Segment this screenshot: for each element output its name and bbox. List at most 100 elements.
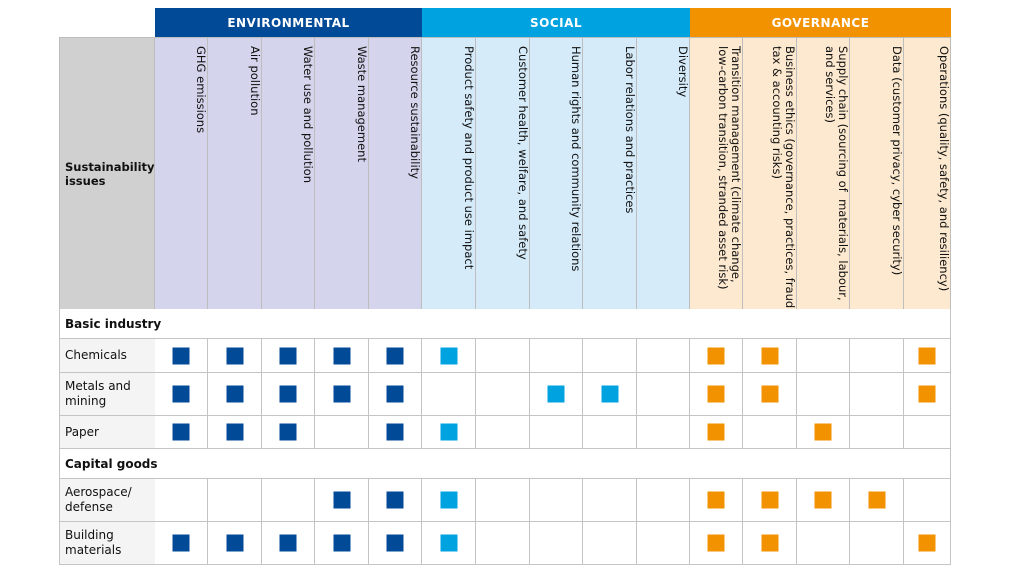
matrix-cell [155,522,208,565]
matrix-cell [583,339,637,373]
matrix-cell [476,339,530,373]
column-header-text: Diversity [676,46,690,98]
matrix-cell [743,373,797,416]
materiality-marker [172,423,190,441]
matrix-cell [476,479,530,522]
group-header-governance: GOVERNANCE [690,8,951,37]
column-header: Waste management [315,37,369,309]
matrix-cell [208,373,262,416]
materiality-marker [333,491,350,509]
materiality-marker [226,347,243,364]
materiality-marker [918,385,936,403]
matrix-cell [262,479,315,522]
matrix-cell [155,416,208,449]
matrix-cell [530,416,583,449]
matrix-cell [850,522,904,565]
matrix-cell [530,339,583,373]
matrix-cell [315,339,369,373]
materiality-marker [707,347,725,364]
matrix-cell [743,479,797,522]
matrix-cell [422,373,476,416]
matrix-cell [637,479,690,522]
industry-label: Chemicals [59,339,156,373]
materiality-marker [761,491,778,509]
matrix-cell [155,479,208,522]
column-header-text: Customer health, welfare, and safety [516,46,530,260]
column-header-text: Data (customer privacy, cyber security) [890,46,904,276]
materiality-marker [761,385,778,403]
materiality-marker [601,385,618,403]
materiality-marker [918,347,936,364]
materiality-marker [226,423,243,441]
matrix-cell [690,479,743,522]
column-header: Resource sustainability [369,37,422,309]
matrix-cell [315,373,369,416]
materiality-marker [386,491,404,509]
matrix-cell [155,373,208,416]
materiality-marker [386,385,404,403]
matrix-cell [637,416,690,449]
matrix-cell [743,416,797,449]
matrix-cell [583,479,637,522]
matrix-cell [530,373,583,416]
matrix-cell [797,416,850,449]
materiality-marker [707,423,725,441]
column-header: Supply chain (sourcing of materials, lab… [797,37,850,309]
matrix-cell [850,373,904,416]
column-header-text: Product safety and product use impact [462,46,476,270]
matrix-cell [315,416,369,449]
matrix-cell [530,522,583,565]
column-header-text: Business ethics (governance, practices, … [770,46,797,312]
matrix-cell [850,339,904,373]
materiality-marker [761,534,778,552]
matrix-cell [422,522,476,565]
materiality-marker [172,347,190,364]
matrix-cell [904,479,951,522]
matrix-cell [208,416,262,449]
column-header-text: Human rights and community relations [569,46,583,272]
matrix-cell [476,373,530,416]
matrix-cell [904,373,951,416]
materiality-marker [440,534,457,552]
section-header: Capital goods [59,449,951,479]
materiality-marker [386,534,404,552]
matrix-cell [637,522,690,565]
matrix-cell [637,373,690,416]
materiality-marker [333,385,350,403]
column-header-text: Transition management (climate change, l… [716,46,743,290]
matrix-cell [208,339,262,373]
materiality-marker [440,347,457,364]
matrix-cell [476,522,530,565]
section-header: Basic industry [59,309,951,339]
column-header-text: Supply chain (sourcing of materials, lab… [823,46,850,301]
materiality-marker [279,347,297,364]
materiality-marker [814,423,832,441]
column-header: Product safety and product use impact [422,37,476,309]
header-label-cell: Sustainability issues [59,37,155,309]
matrix-cell [422,416,476,449]
column-header-text: Operations (quality, safety, and resilie… [937,46,951,292]
materiality-marker [172,534,190,552]
materiality-marker [279,534,297,552]
matrix-cell [315,479,369,522]
materiality-marker [333,347,350,364]
materiality-marker [440,491,457,509]
matrix-cell [262,522,315,565]
column-header-text: Labor relations and practices [623,46,637,214]
matrix-cell [369,373,422,416]
matrix-cell [583,373,637,416]
column-header-text: Waste management [355,46,369,162]
column-header: Transition management (climate change, l… [690,37,743,309]
group-header-social: SOCIAL [422,8,690,37]
matrix-cell [369,339,422,373]
industry-label: Metals and mining [59,373,156,416]
industry-label: Paper [59,416,156,449]
matrix-cell [904,339,951,373]
column-header: GHG emissions [155,37,208,309]
matrix-cell [797,479,850,522]
materiality-marker [707,534,725,552]
matrix-cell [797,522,850,565]
matrix-cell [422,339,476,373]
sustainability-issues-label: Sustainability issues [65,160,155,188]
materiality-marker [226,385,243,403]
